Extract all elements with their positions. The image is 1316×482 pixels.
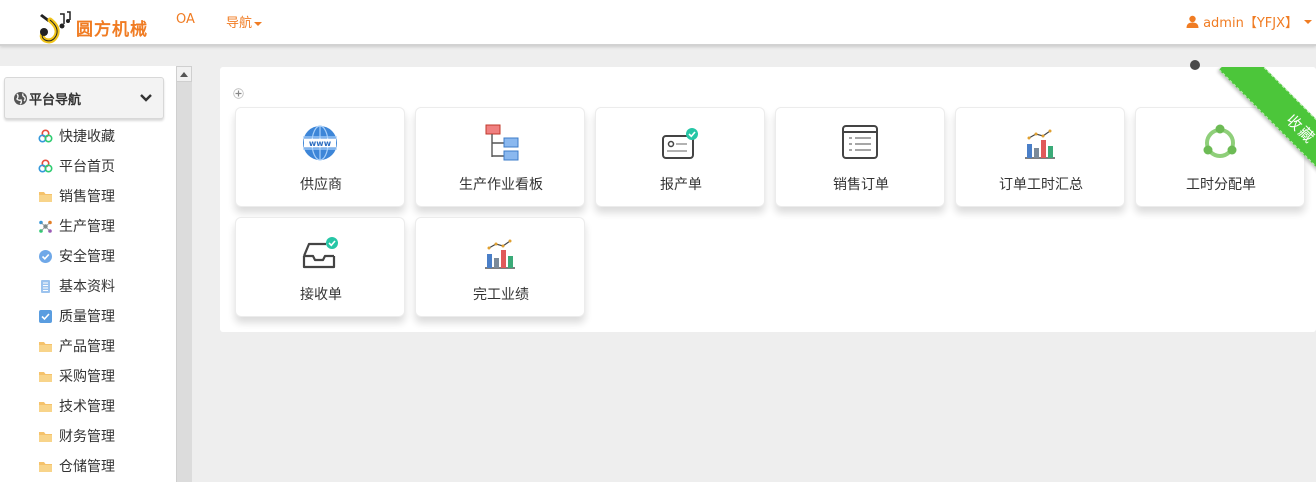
tile-label: 接收单 bbox=[300, 287, 342, 303]
shield-check-icon bbox=[39, 249, 52, 263]
folder-icon bbox=[39, 401, 52, 412]
sidebar-item-quality[interactable]: 质量管理 bbox=[38, 306, 115, 326]
document-icon bbox=[41, 279, 50, 293]
sidebar-item-safety[interactable]: 安全管理 bbox=[38, 246, 115, 266]
favorites-panel: www 供应商 生产作业看板 报产单 销售订单 订单工时汇总 工时分配单 接收单… bbox=[220, 67, 1316, 332]
sidebar-item-label: 采购管理 bbox=[59, 369, 115, 385]
user-menu[interactable]: admin【YFJX】 bbox=[1186, 12, 1312, 31]
tile-production-report[interactable]: 报产单 bbox=[595, 107, 765, 207]
tile-supplier[interactable]: www 供应商 bbox=[235, 107, 405, 207]
sidebar-item-product[interactable]: 产品管理 bbox=[38, 336, 115, 356]
sidebar-item-purchasing[interactable]: 采购管理 bbox=[38, 366, 115, 386]
nav-menu-dropdown[interactable]: 导航 bbox=[226, 12, 263, 31]
bar-chart-icon bbox=[485, 239, 515, 269]
sidebar-item-label: 技术管理 bbox=[59, 399, 115, 415]
sidebar-item-label: 销售管理 bbox=[59, 189, 115, 205]
sidebar-item-label: 平台首页 bbox=[59, 159, 115, 175]
sidebar-item-label: 基本资料 bbox=[59, 279, 115, 295]
sidebar-scrollbar[interactable] bbox=[176, 66, 192, 482]
brand-name: 圆方机械 bbox=[76, 20, 148, 40]
sidebar-item-label: 快捷收藏 bbox=[59, 129, 115, 145]
www-globe-icon: www bbox=[303, 125, 337, 161]
user-name: admin【YFJX】 bbox=[1203, 16, 1298, 31]
caret-down-icon bbox=[1304, 19, 1312, 24]
svg-text:www: www bbox=[309, 139, 332, 148]
sidebar-item-basic-data[interactable]: 基本资料 bbox=[38, 276, 115, 296]
tile-sales-order[interactable]: 销售订单 bbox=[775, 107, 945, 207]
saxophone-logo-icon bbox=[39, 11, 71, 44]
tile-label: 供应商 bbox=[300, 177, 342, 193]
bar-chart-icon bbox=[1025, 129, 1055, 159]
sidebar-item-technology[interactable]: 技术管理 bbox=[38, 396, 115, 416]
sidebar-item-label: 产品管理 bbox=[59, 339, 115, 355]
tile-production-board[interactable]: 生产作业看板 bbox=[415, 107, 585, 207]
folder-icon bbox=[39, 191, 52, 202]
status-dot bbox=[1190, 60, 1200, 70]
tile-label: 生产作业看板 bbox=[459, 177, 543, 193]
card-check-icon bbox=[662, 128, 698, 159]
tile-order-hours-summary[interactable]: 订单工时汇总 bbox=[955, 107, 1125, 207]
caret-down-icon bbox=[254, 21, 263, 26]
ribbon-label: 收藏 bbox=[1282, 110, 1316, 148]
sidebar-item-label: 生产管理 bbox=[59, 219, 115, 235]
folder-icon bbox=[39, 341, 52, 352]
top-bar: 圆方机械 OA 导航 admin【YFJX】 bbox=[0, 0, 1316, 46]
sidebar-item-sales[interactable]: 销售管理 bbox=[38, 186, 115, 206]
list-window-icon bbox=[842, 125, 878, 159]
sidebar: 平台导航 快捷收藏 平台首页 销售管理 生产管理 安全管理 基本资料 质量管理 … bbox=[0, 66, 176, 482]
tile-label: 订单工时汇总 bbox=[999, 177, 1083, 193]
folder-icon bbox=[39, 371, 52, 382]
sidebar-item-quick-favorites[interactable]: 快捷收藏 bbox=[38, 126, 115, 146]
sidebar-item-label: 质量管理 bbox=[59, 309, 115, 325]
sidebar-item-home[interactable]: 平台首页 bbox=[38, 156, 115, 176]
user-icon bbox=[1186, 15, 1199, 28]
tile-label: 销售订单 bbox=[833, 177, 889, 193]
favorites-ribbon: 收藏 bbox=[1218, 67, 1316, 187]
sidebar-title: 平台导航 bbox=[29, 92, 82, 108]
tile-completion-performance[interactable]: 完工业绩 bbox=[415, 217, 585, 317]
inbox-check-icon bbox=[302, 237, 338, 269]
flower-icon bbox=[38, 128, 53, 143]
chevron-down-icon bbox=[140, 94, 152, 102]
sidebar-item-finance[interactable]: 财务管理 bbox=[38, 426, 115, 446]
tile-label: 完工业绩 bbox=[473, 287, 529, 303]
folder-icon bbox=[39, 461, 52, 472]
sidebar-item-label: 安全管理 bbox=[59, 249, 115, 265]
flower-icon bbox=[38, 158, 53, 173]
sidebar-item-label: 财务管理 bbox=[59, 429, 115, 445]
sidebar-item-label: 仓储管理 bbox=[59, 459, 115, 475]
sidebar-header[interactable]: 平台导航 bbox=[4, 77, 164, 119]
tile-label: 报产单 bbox=[660, 177, 702, 193]
sidebar-item-warehouse[interactable]: 仓储管理 bbox=[38, 456, 115, 476]
add-icon[interactable] bbox=[233, 88, 244, 99]
globe-icon bbox=[14, 91, 27, 105]
nav-menu-label: 导航 bbox=[226, 16, 253, 31]
favorites-ribbon-wrap: 收藏 bbox=[1196, 67, 1316, 187]
sidebar-item-production[interactable]: 生产管理 bbox=[38, 216, 115, 236]
tile-receipt[interactable]: 接收单 bbox=[235, 217, 405, 317]
network-icon bbox=[39, 220, 52, 233]
folder-icon bbox=[39, 431, 52, 442]
checkbox-icon bbox=[39, 309, 52, 323]
nav-oa-link[interactable]: OA bbox=[176, 12, 195, 27]
scroll-up-arrow[interactable] bbox=[176, 66, 192, 82]
tree-diagram-icon bbox=[485, 124, 519, 161]
